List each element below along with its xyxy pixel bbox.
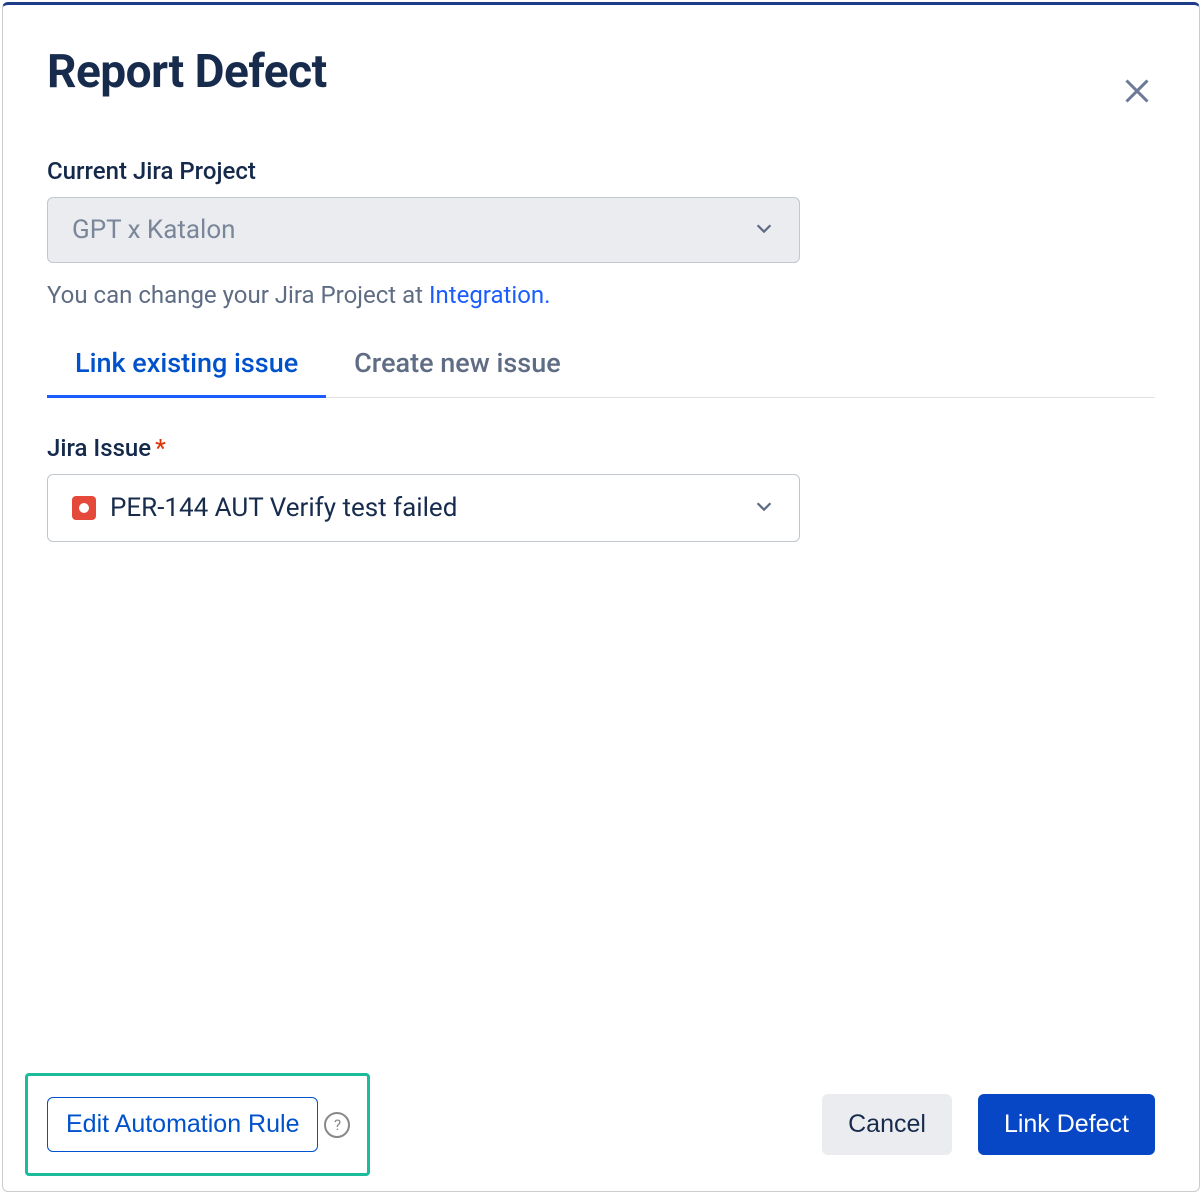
edit-automation-rule-button[interactable]: Edit Automation Rule xyxy=(47,1097,318,1152)
footer-right: Cancel Link Defect xyxy=(822,1094,1155,1155)
bug-icon xyxy=(72,496,96,520)
jira-issue-select[interactable]: PER-144 AUT Verify test failed xyxy=(47,474,800,542)
tab-create-new[interactable]: Create new issue xyxy=(326,333,589,398)
required-indicator: * xyxy=(155,434,166,462)
chevron-down-icon xyxy=(753,495,775,521)
select-content: PER-144 AUT Verify test failed xyxy=(72,493,457,523)
helper-text-prefix: You can change your Jira Project at xyxy=(47,281,429,309)
close-icon xyxy=(1119,73,1155,109)
project-select: GPT x Katalon xyxy=(47,197,800,263)
tabs: Link existing issue Create new issue xyxy=(47,333,1155,398)
chevron-down-icon xyxy=(753,217,775,243)
modal-header: Report Defect xyxy=(47,45,1155,109)
issue-value: PER-144 AUT Verify test failed xyxy=(110,493,457,523)
project-helper: You can change your Jira Project at Inte… xyxy=(47,281,1155,309)
link-defect-button[interactable]: Link Defect xyxy=(978,1094,1155,1155)
project-label: Current Jira Project xyxy=(47,157,1155,185)
cancel-button[interactable]: Cancel xyxy=(822,1094,952,1155)
integration-link[interactable]: Integration. xyxy=(429,281,551,309)
modal-title: Report Defect xyxy=(47,45,327,99)
tab-link-existing[interactable]: Link existing issue xyxy=(47,333,326,398)
issue-label: Jira Issue* xyxy=(47,434,1155,462)
close-button[interactable] xyxy=(1119,73,1155,109)
project-value: GPT x Katalon xyxy=(72,215,236,245)
footer-left: Edit Automation Rule ? xyxy=(47,1097,350,1152)
issue-label-text: Jira Issue xyxy=(47,434,151,462)
report-defect-modal: Report Defect Current Jira Project GPT x… xyxy=(2,2,1200,1192)
help-icon[interactable]: ? xyxy=(324,1112,350,1138)
modal-footer: Edit Automation Rule ? Cancel Link Defec… xyxy=(47,1094,1155,1155)
